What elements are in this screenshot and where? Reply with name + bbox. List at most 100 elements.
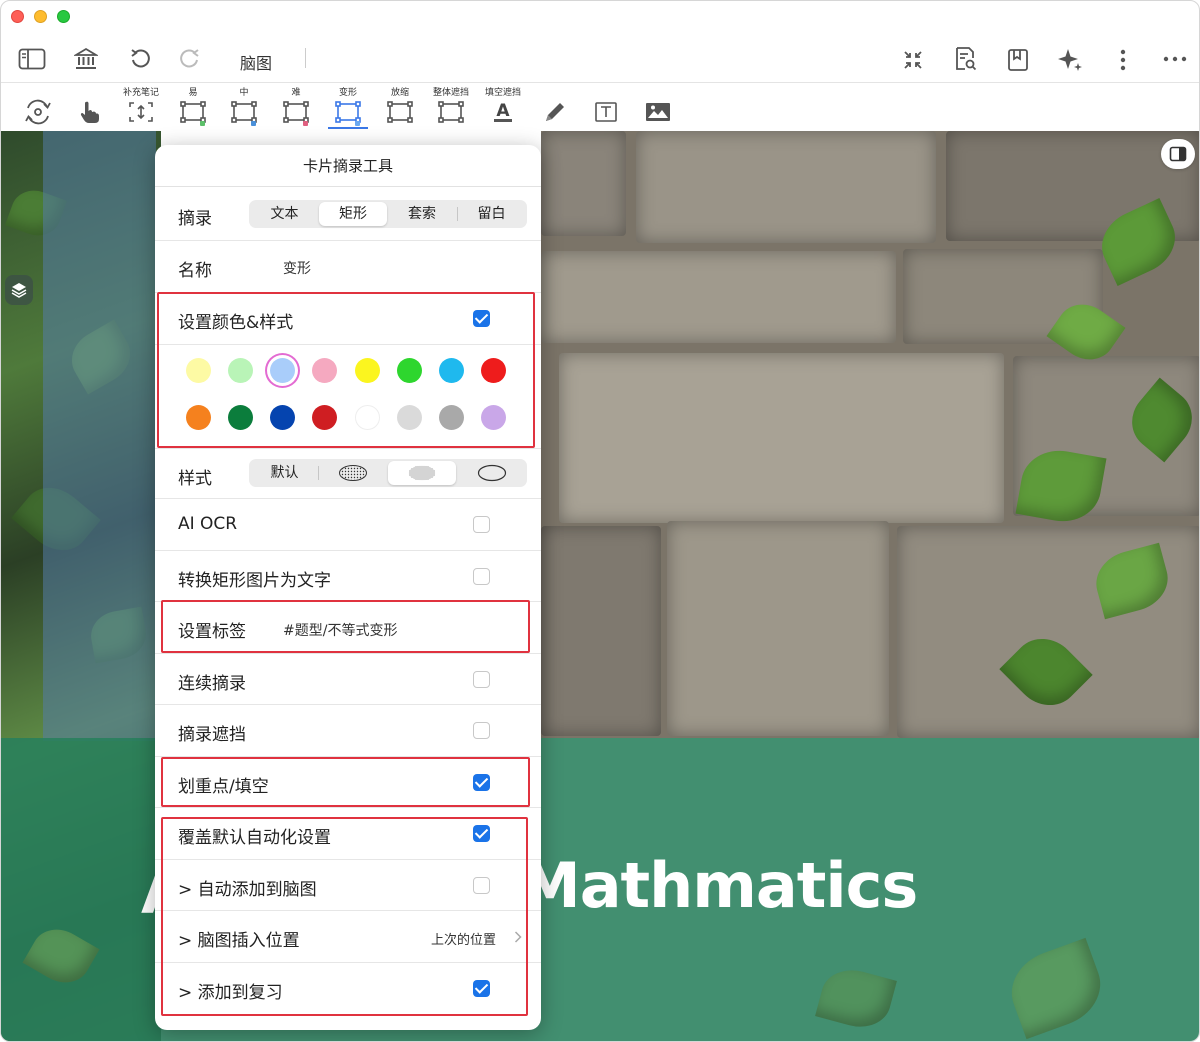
library-icon[interactable]: [73, 46, 99, 72]
popover-title: 卡片摘录工具: [155, 145, 541, 187]
auto-mindmap-row: > 自动添加到脑图: [155, 860, 541, 911]
tool-rect-mask[interactable]: 整体遮挡: [428, 84, 474, 130]
tool-rect-easy[interactable]: 易: [170, 84, 216, 130]
convert-checkbox[interactable]: [473, 568, 490, 585]
bookmark-icon[interactable]: [1005, 47, 1031, 73]
excerpt-mode-segmented: 文本 矩形 套索 留白: [249, 200, 527, 228]
image-icon: [635, 97, 681, 127]
color-swatch-pink[interactable]: [312, 358, 337, 383]
tool-pointer[interactable]: [67, 84, 113, 130]
color-swatch-red[interactable]: [481, 358, 506, 383]
easy-dot: [200, 121, 205, 126]
tool-text-fill[interactable]: 填空遮挡 A: [480, 84, 526, 130]
undo-icon[interactable]: [128, 47, 152, 71]
tags-label: 设置标签: [178, 622, 246, 642]
rotate-settings-icon: [15, 97, 61, 127]
style-dotted-oval[interactable]: [319, 461, 387, 485]
add-review-checkbox[interactable]: [473, 980, 490, 997]
excerpt-mode-lasso[interactable]: 套索: [388, 202, 456, 226]
continuous-checkbox[interactable]: [473, 671, 490, 688]
color-swatch-light-blue-selected[interactable]: [270, 358, 295, 383]
color-swatch-gray[interactable]: [439, 405, 464, 430]
search-document-icon[interactable]: [952, 46, 978, 72]
add-note-icon: [118, 97, 164, 127]
tool-rotate-settings[interactable]: [15, 84, 61, 130]
more-horizontal-icon[interactable]: [1161, 51, 1189, 67]
redo-icon[interactable]: [178, 47, 202, 71]
layers-button[interactable]: [5, 275, 33, 305]
mask-checkbox[interactable]: [473, 722, 490, 739]
style-segmented: 默认: [249, 459, 527, 487]
mindmap-tab[interactable]: 脑图: [240, 50, 272, 74]
sidebar-toggle-icon[interactable]: [18, 47, 46, 71]
rect-transform-icon: [325, 97, 371, 127]
text-box-icon: [583, 97, 629, 127]
tool-rect-scale[interactable]: 放缩: [377, 84, 423, 130]
name-label: 名称: [178, 261, 212, 281]
highlight-checkbox[interactable]: [473, 774, 490, 791]
tool-text-box[interactable]: [583, 84, 629, 130]
tags-value[interactable]: #题型/不等式变形: [283, 620, 397, 640]
excerpt-mode-blank[interactable]: 留白: [458, 202, 525, 226]
tool-rect-transform[interactable]: 变形: [325, 84, 371, 130]
sparkle-icon[interactable]: [1057, 46, 1085, 74]
tool-add-note[interactable]: 补充笔记: [118, 84, 164, 130]
color-swatch-dark-red[interactable]: [312, 405, 337, 430]
color-swatch-light-yellow[interactable]: [186, 358, 211, 383]
svg-text:A: A: [496, 101, 510, 121]
pencil-icon: [532, 97, 578, 127]
color-swatch-light-green[interactable]: [228, 358, 253, 383]
color-style-row: 设置颜色&样式: [155, 293, 541, 345]
more-vertical-icon[interactable]: [1113, 48, 1133, 72]
convert-row: 转换矩形图片为文字: [155, 551, 541, 602]
style-dense-oval[interactable]: [388, 461, 456, 485]
color-swatch-lavender[interactable]: [481, 405, 506, 430]
name-row: 名称 变形: [155, 241, 541, 293]
color-swatch-yellow[interactable]: [355, 358, 380, 383]
dotted-oval-icon: [339, 465, 367, 481]
mask-label: 摘录遮挡: [178, 725, 246, 745]
insert-position-label: > 脑图插入位置: [178, 931, 300, 951]
color-swatch-green[interactable]: [397, 358, 422, 383]
insert-position-value[interactable]: 上次的位置: [431, 929, 496, 948]
stone-block: [541, 526, 661, 736]
color-swatch-orange[interactable]: [186, 405, 211, 430]
tags-row: 设置标签 #题型/不等式变形: [155, 602, 541, 654]
convert-label: 转换矩形图片为文字: [178, 571, 331, 591]
color-swatch-white[interactable]: [355, 405, 380, 430]
stone-block: [667, 521, 889, 736]
collapse-icon[interactable]: [901, 48, 925, 72]
style-empty-oval[interactable]: [458, 461, 525, 485]
tool-rect-hard[interactable]: 难: [273, 84, 319, 130]
style-label: 样式: [178, 469, 212, 489]
color-style-checkbox[interactable]: [473, 310, 490, 327]
color-swatch-dark-green[interactable]: [228, 405, 253, 430]
color-swatch-light-gray[interactable]: [397, 405, 422, 430]
layers-icon: [11, 283, 27, 298]
tool-pencil[interactable]: [532, 84, 578, 130]
override-checkbox[interactable]: [473, 825, 490, 842]
minimize-window-button[interactable]: [34, 10, 47, 23]
zoom-window-button[interactable]: [57, 10, 70, 23]
highlight-label: 划重点/填空: [178, 777, 269, 797]
excerpt-mode-rect[interactable]: 矩形: [319, 202, 387, 226]
add-review-row: > 添加到复习: [155, 963, 541, 1015]
excerpt-mode-text[interactable]: 文本: [251, 202, 318, 226]
tool-rect-medium[interactable]: 中: [221, 84, 267, 130]
side-panel-button[interactable]: [1161, 139, 1195, 169]
highlight-row: 划重点/填空: [155, 757, 541, 808]
auto-mindmap-checkbox[interactable]: [473, 877, 490, 894]
tool-image[interactable]: [635, 84, 681, 130]
color-swatch-dark-blue[interactable]: [270, 405, 295, 430]
name-value[interactable]: 变形: [283, 258, 311, 278]
ai-ocr-checkbox[interactable]: [473, 516, 490, 533]
color-swatch-cyan[interactable]: [439, 358, 464, 383]
hard-dot: [303, 121, 308, 126]
stone-wall-image: [541, 131, 1199, 738]
rect-medium-icon: [221, 97, 267, 127]
insert-position-row[interactable]: > 脑图插入位置 上次的位置: [155, 911, 541, 963]
close-window-button[interactable]: [11, 10, 24, 23]
excerpt-label: 摘录: [178, 209, 212, 229]
card-excerpt-popover: 卡片摘录工具 摘录 文本 矩形 套索 留白 名称 变形 设置颜色&样式 样式 默…: [155, 145, 541, 1030]
style-default[interactable]: 默认: [251, 461, 318, 485]
